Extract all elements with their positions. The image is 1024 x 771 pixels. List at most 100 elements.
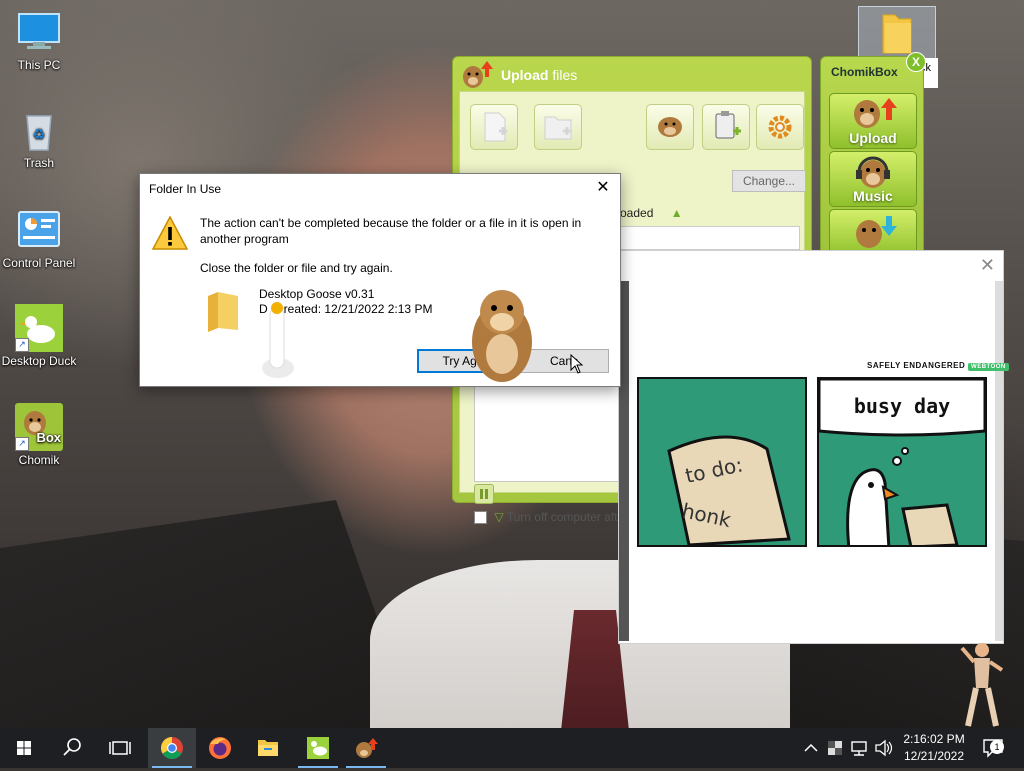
desktop-icon-control-panel[interactable]: Control Panel xyxy=(0,206,78,270)
comic-header: SAFELY ENDANGERED WEBTOON xyxy=(867,361,1009,371)
desktop-icon-label: Desktop Duck xyxy=(1,354,77,368)
close-icon[interactable]: ✕ xyxy=(980,255,995,276)
firefox-icon xyxy=(209,737,231,759)
monitor-icon xyxy=(15,8,63,56)
checkered-app-icon xyxy=(828,741,842,755)
dialog-message: The action can't be completed because th… xyxy=(200,216,582,246)
clipboard-icon xyxy=(715,111,741,139)
clock-time: 2:16:02 PM xyxy=(903,732,965,746)
upload-queue-list[interactable] xyxy=(474,376,628,482)
control-panel-icon xyxy=(15,206,63,254)
desktop-icon-folder-selected[interactable] xyxy=(858,6,936,60)
chomikbox-sidebar-close-button[interactable]: X xyxy=(906,52,926,72)
taskbar-file-explorer[interactable] xyxy=(244,728,292,768)
desktop-icon-label: Chomik xyxy=(18,453,60,467)
volume-button[interactable] xyxy=(872,728,894,768)
hamster-sprite xyxy=(472,290,532,382)
add-file-button[interactable] xyxy=(470,104,518,150)
chomikbox-sidebar: ChomikBox Upload Music xyxy=(820,56,924,258)
gear-icon xyxy=(768,115,792,139)
task-view-button[interactable] xyxy=(96,728,144,768)
hamster-upload-icon xyxy=(854,98,897,128)
shortcut-arrow-icon: ↗ xyxy=(15,437,29,451)
warning-icon xyxy=(152,216,188,250)
hamster-upload-icon xyxy=(356,738,378,758)
add-file-icon xyxy=(484,112,507,142)
taskbar-chomikbox[interactable] xyxy=(342,728,390,768)
comic-window: ✕ SAFELY ENDANGERED WEBTOON to do: honk … xyxy=(618,250,1009,644)
folder-icon xyxy=(208,292,238,332)
comic-window-scrollbar[interactable] xyxy=(995,281,1003,641)
hamster-upload-icon xyxy=(463,61,493,88)
desktop-goose-sprite xyxy=(262,302,294,378)
pause-icon xyxy=(480,489,488,499)
goose-reading-illustration: busy day xyxy=(817,377,987,551)
goose-app-icon xyxy=(307,737,329,759)
windows-logo-icon xyxy=(17,741,31,755)
desktop-icon-label: Trash xyxy=(23,156,55,170)
chomikbox-app-icon: Box ↗ xyxy=(15,403,63,451)
dancing-figure-sprite xyxy=(960,643,1004,727)
close-icon[interactable]: ✕ xyxy=(594,179,612,197)
chomikbox-music-button[interactable]: Music xyxy=(829,151,917,207)
turn-off-computer-checkbox[interactable]: ▽ Turn off computer after f xyxy=(474,510,635,525)
svg-text:♻: ♻ xyxy=(33,126,46,142)
add-folder-button[interactable] xyxy=(534,104,582,150)
column-header-uploaded[interactable]: oaded ▲ xyxy=(620,206,683,220)
notification-count-badge: 1 xyxy=(990,740,1004,754)
folder-in-use-dialog: Folder In Use ✕ The action can't be comp… xyxy=(139,173,621,387)
chomik-badge-text: Box xyxy=(36,430,61,445)
network-icon xyxy=(851,741,867,756)
comic-panel-1: to do: honk xyxy=(637,377,807,547)
pause-button[interactable] xyxy=(474,484,494,504)
taskbar-chrome[interactable] xyxy=(148,728,196,768)
dialog-titlebar: Folder In Use ✕ xyxy=(140,174,620,202)
search-icon xyxy=(63,738,81,756)
taskbar-desktop-goose[interactable] xyxy=(294,728,342,768)
upload-window-titlebar: Upload files xyxy=(453,57,811,91)
file-list[interactable] xyxy=(620,226,800,250)
scroll-note-illustration: to do: honk xyxy=(667,435,791,547)
expand-triangle-icon: ▽ xyxy=(494,510,504,524)
desktop-icon-trash[interactable]: ♻ Trash xyxy=(0,106,78,170)
svg-text:busy day: busy day xyxy=(854,394,950,418)
upload-window-title: Upload files xyxy=(501,67,578,83)
network-button[interactable] xyxy=(848,728,870,768)
desktop-icon-label: This PC xyxy=(17,58,61,72)
chomikbox-upload-button[interactable]: Upload xyxy=(829,93,917,149)
desktop-icon-desktop-duck[interactable]: ↗ Desktop Duck xyxy=(0,304,78,368)
desktop-icon-this-pc[interactable]: This PC xyxy=(0,8,78,72)
checkbox[interactable] xyxy=(474,511,487,525)
hamster-icon xyxy=(658,117,682,137)
system-clock[interactable]: 2:16:02 PM 12/21/2022 xyxy=(898,731,970,765)
task-view-icon xyxy=(109,741,131,755)
start-button[interactable] xyxy=(0,728,48,768)
desktop-icon-chomik[interactable]: Box ↗ Chomik xyxy=(0,403,78,467)
hamster-download-icon xyxy=(856,216,897,248)
search-button[interactable] xyxy=(48,728,96,768)
paste-button[interactable] xyxy=(702,104,750,150)
sort-triangle-icon: ▲ xyxy=(670,206,683,220)
show-hidden-icons-button[interactable] xyxy=(800,728,822,768)
clock-date: 12/21/2022 xyxy=(903,749,965,763)
folder-icon xyxy=(882,14,912,54)
file-explorer-icon xyxy=(258,740,278,756)
chrome-icon xyxy=(161,737,183,759)
chevron-up-icon xyxy=(804,743,818,752)
change-button[interactable]: Change... xyxy=(732,170,806,192)
dialog-instruction: Close the folder or file and try again. xyxy=(200,261,393,275)
shortcut-arrow-icon: ↗ xyxy=(15,338,29,352)
settings-button[interactable] xyxy=(756,104,804,150)
add-folder-icon xyxy=(544,116,572,140)
comic-panel-2: busy day xyxy=(817,377,987,551)
taskbar-firefox[interactable] xyxy=(196,728,244,768)
wallpaper-jacket-left xyxy=(0,500,420,728)
speaker-icon xyxy=(875,739,893,757)
hamster-account-button[interactable] xyxy=(646,104,694,150)
tray-app-icon[interactable] xyxy=(824,728,846,768)
dialog-title: Folder In Use xyxy=(149,182,222,196)
mouse-cursor-icon xyxy=(570,354,584,374)
taskbar: 2:16:02 PM 12/21/2022 xyxy=(0,728,1024,768)
desktop-icon-label: Control Panel xyxy=(2,256,76,270)
hamster-headphones-icon xyxy=(856,156,890,188)
